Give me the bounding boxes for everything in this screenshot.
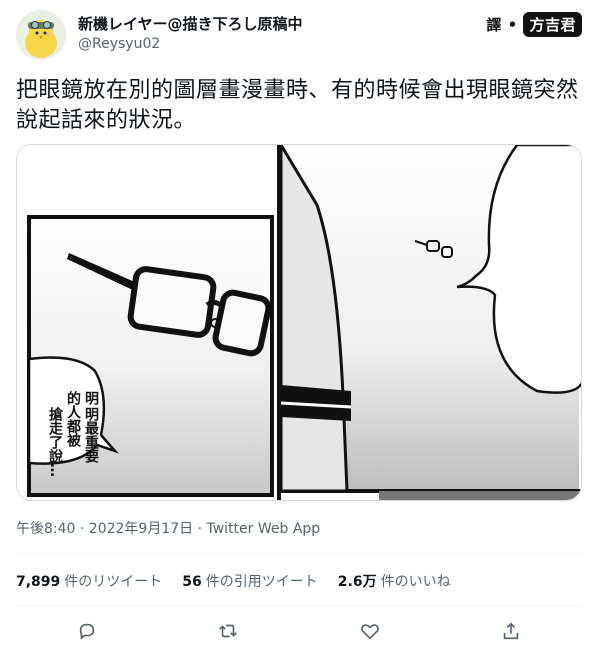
speech-line-2: 明最重要 [83,407,99,464]
translator-dot-icon: • [507,16,518,34]
retweets-count: 7,899 [16,574,61,590]
share-icon [503,622,519,640]
author-handle[interactable]: @Reysyu02 [78,34,303,54]
quotes-stat[interactable]: 56 件の引用ツイート [182,571,317,591]
chick-avatar-icon[interactable] [16,10,66,60]
translator-prefix: 譯 [486,16,502,34]
likes-count: 2.6万 [337,574,377,590]
likes-label: 件のいいね [380,574,451,590]
tweet-stats: 7,899 件のリツイート 56 件の引用ツイート 2.6万 件のいいね [16,571,582,591]
tweet-timestamp[interactable]: 午後8:40 · 2022年9月17日 · Twitter Web App [16,518,320,538]
like-button[interactable] [356,617,384,645]
tweet-header: 新機レイヤー@描き下ろし原稿中 @Reysyu02 譯 • 方吉君 [16,10,582,60]
reply-button[interactable] [73,617,101,645]
quotes-label: 件の引用ツイート [205,574,318,590]
heart-icon [361,624,379,640]
retweets-label: 件のリツイート [64,574,163,590]
retweet-button[interactable] [214,617,242,645]
translator-name: 方吉君 [523,12,582,37]
reply-icon [79,623,95,640]
translator-badge: 譯 • 方吉君 [486,12,582,37]
tweet-text: 把眼鏡放在別的圖層畫漫畫時、有的時候會出現眼鏡突然說起話來的狀況。 [16,78,579,133]
quotes-count: 56 [182,574,202,590]
speech-line-1: 明 [83,391,99,406]
retweet-icon [219,624,237,638]
retweets-stat[interactable]: 7,899 件のリツイート [16,571,162,591]
author-display-name[interactable]: 新機レイヤー@描き下ろし原稿中 [78,14,303,34]
likes-stat[interactable]: 2.6万 件のいいね [338,571,451,591]
speech-line-4: 搶走了說… [47,406,63,477]
divider [16,553,582,554]
tweet-media-image[interactable]: 明 明最重要 的人都被 搶走了說… [16,144,582,501]
share-button[interactable] [497,617,525,645]
divider [16,605,582,606]
speech-line-3: 的人都被 [65,390,82,448]
tweet-actions [16,617,582,645]
